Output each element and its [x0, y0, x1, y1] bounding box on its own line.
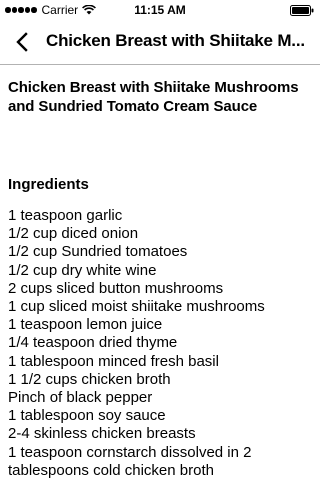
- status-bar: Carrier 11:15 AM: [0, 0, 320, 20]
- ingredient-item: 1 1/2 cups chicken broth: [8, 370, 171, 388]
- ingredient-item: Pinch of black pepper: [8, 389, 153, 407]
- status-time: 11:15 AM: [134, 3, 186, 17]
- ingredient-item: 1 tablespoon soy sauce: [8, 407, 166, 425]
- screen: Carrier 11:15 AM Chicken Breast with Shi…: [0, 0, 320, 480]
- ingredient-item: 1 tablespoon minced fresh basil: [8, 352, 219, 370]
- ingredient-item: 1/2 cup Sundried tomatoes: [8, 243, 188, 261]
- nav-title: Chicken Breast with Shiitake M...: [46, 31, 305, 50]
- ingredient-item: 1/2 cup dry white wine: [8, 261, 157, 279]
- ingredients-list: 1 teaspoon garlic 1/2 cup diced onion 1/…: [8, 207, 314, 480]
- ingredient-item: 1/2 cup diced onion: [8, 225, 139, 243]
- ingredient-item: 1/4 teaspoon dried thyme: [8, 334, 178, 352]
- recipe-content: Chicken Breast with Shiitake Mushrooms a…: [8, 78, 314, 480]
- ingredient-item: 1 teaspoon lemon juice: [8, 316, 163, 334]
- ingredient-item: 1 teaspoon cornstarch dissolved in 2: [8, 443, 252, 461]
- ingredient-item: 1 teaspoon garlic: [8, 207, 123, 224]
- ingredient-item: tablespoons cold chicken broth: [8, 461, 214, 479]
- recipe-title: Chicken Breast with Shiitake Mushrooms a…: [8, 79, 299, 115]
- chevron-left-icon: [16, 32, 28, 52]
- back-button[interactable]: [6, 20, 38, 64]
- battery-icon: [290, 5, 314, 16]
- ingredient-item: 2-4 skinless chicken breasts: [8, 425, 196, 443]
- ingredient-item: 1 cup sliced moist shiitake mushrooms: [8, 298, 265, 316]
- navigation-bar: Chicken Breast with Shiitake M...: [0, 20, 320, 65]
- ingredient-item: 2 cups sliced button mushrooms: [8, 279, 224, 297]
- ingredients-heading: Ingredients: [8, 176, 89, 193]
